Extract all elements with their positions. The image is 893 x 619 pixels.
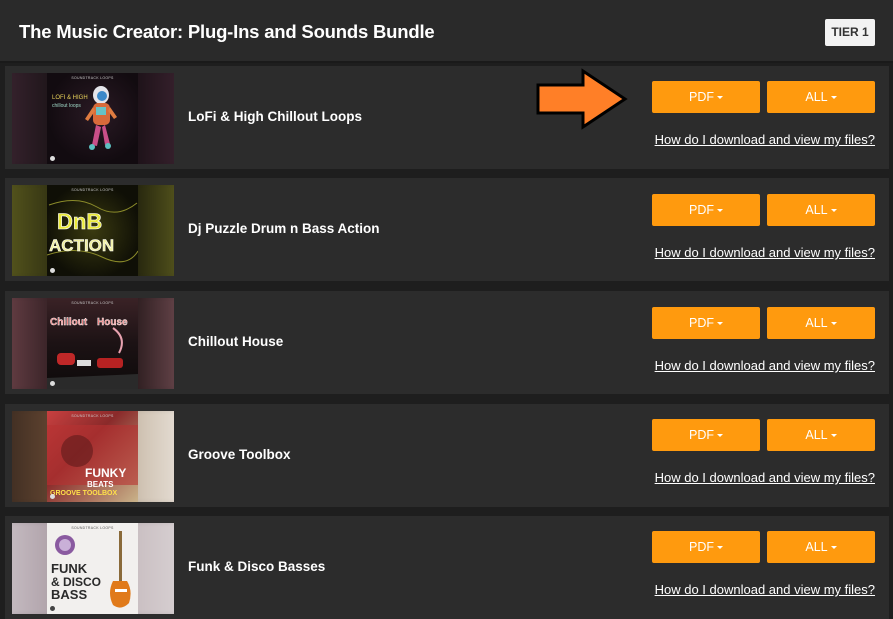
caret-down-icon [830,209,837,213]
all-label: ALL [805,316,828,330]
product-name: Funk & Disco Basses [188,559,326,574]
pdf-label: PDF [689,540,714,554]
product-thumbnail[interactable]: SOUNDTRACK LOOPS FUNK & DISCO BASS [12,523,174,614]
product-name: Dj Puzzle Drum n Bass Action [188,221,380,236]
pdf-download-button[interactable]: PDF [652,81,760,113]
caret-down-icon [717,434,723,438]
groove-toolbox-cover-art: FUNKY BEATS GROOVE TOOLBOX [47,425,138,497]
funk-disco-bass-cover-art: FUNK & DISCO BASS [51,531,131,608]
pdf-label: PDF [689,90,714,104]
svg-text:BEATS: BEATS [87,480,114,489]
all-label: ALL [805,540,828,554]
all-label: ALL [805,90,828,104]
download-help-link[interactable]: How do I download and view my files? [655,358,875,373]
svg-text:LOFI & HIGH: LOFI & HIGH [52,95,88,101]
product-row: SOUNDTRACK LOOPS LOFI & HIGH chillout lo… [5,66,889,169]
pointer-arrow-icon [536,68,628,130]
product-row: SOUNDTRACK LOOPS FUNK & DISCO BASS Funk … [5,516,889,619]
all-download-button[interactable]: ALL [767,81,875,113]
caret-down-icon [717,96,723,100]
dnb-cover-art: DnB ACTION [47,200,138,263]
product-row: SOUNDTRACK LOOPS DnB ACTION Dj Puzzle Dr… [5,178,889,281]
caret-down-icon [717,322,723,326]
download-help-link[interactable]: How do I download and view my files? [655,245,875,260]
download-help-link[interactable]: How do I download and view my files? [655,470,875,485]
svg-text:GROOVE TOOLBOX: GROOVE TOOLBOX [50,490,117,497]
pdf-label: PDF [689,428,714,442]
pdf-download-button[interactable]: PDF [652,307,760,339]
caret-down-icon [717,209,723,213]
download-help-link[interactable]: How do I download and view my files? [655,132,875,147]
pdf-label: PDF [689,316,714,330]
tier-badge: TIER 1 [825,19,875,46]
caret-down-icon [717,546,723,550]
svg-text:Chillout: Chillout [50,317,88,328]
download-help-link[interactable]: How do I download and view my files? [655,582,875,597]
svg-text:chillout loops: chillout loops [52,103,81,109]
caret-down-icon [830,96,837,100]
all-download-button[interactable]: ALL [767,419,875,451]
all-download-button[interactable]: ALL [767,194,875,226]
bundle-title: The Music Creator: Plug-Ins and Sounds B… [19,21,435,42]
svg-text:FUNK: FUNK [51,561,88,576]
bundle-header: The Music Creator: Plug-Ins and Sounds B… [0,0,893,63]
product-row: SOUNDTRACK LOOPS Chillout House Chillout… [5,291,889,394]
caret-down-icon [830,546,837,550]
pdf-download-button[interactable]: PDF [652,419,760,451]
product-name: LoFi & High Chillout Loops [188,109,362,124]
all-label: ALL [805,428,828,442]
product-name: Groove Toolbox [188,447,291,462]
astronaut-cover-art: LOFI & HIGH chillout loops [52,86,117,150]
all-download-button[interactable]: ALL [767,307,875,339]
all-label: ALL [805,203,828,217]
bundle-page: The Music Creator: Plug-Ins and Sounds B… [0,0,893,619]
all-download-button[interactable]: ALL [767,531,875,563]
caret-down-icon [830,434,837,438]
chillout-house-cover-art: Chillout House [47,317,138,389]
pdf-download-button[interactable]: PDF [652,531,760,563]
product-thumbnail[interactable]: SOUNDTRACK LOOPS LOFI & HIGH chillout lo… [12,73,174,164]
pdf-label: PDF [689,203,714,217]
product-name: Chillout House [188,334,284,349]
pdf-download-button[interactable]: PDF [652,194,760,226]
svg-text:FUNKY: FUNKY [85,466,126,480]
svg-text:House: House [97,317,128,328]
svg-text:ACTION: ACTION [49,236,114,255]
product-thumbnail[interactable]: SOUNDTRACK LOOPS Chillout House [12,298,174,389]
svg-text:DnB: DnB [57,209,102,234]
caret-down-icon [830,322,837,326]
product-row: SOUNDTRACK LOOPS FUNKY BEATS GROOVE TOOL… [5,404,889,507]
product-thumbnail[interactable]: SOUNDTRACK LOOPS DnB ACTION [12,185,174,276]
product-thumbnail[interactable]: SOUNDTRACK LOOPS FUNKY BEATS GROOVE TOOL… [12,411,174,502]
svg-text:BASS: BASS [51,587,87,602]
